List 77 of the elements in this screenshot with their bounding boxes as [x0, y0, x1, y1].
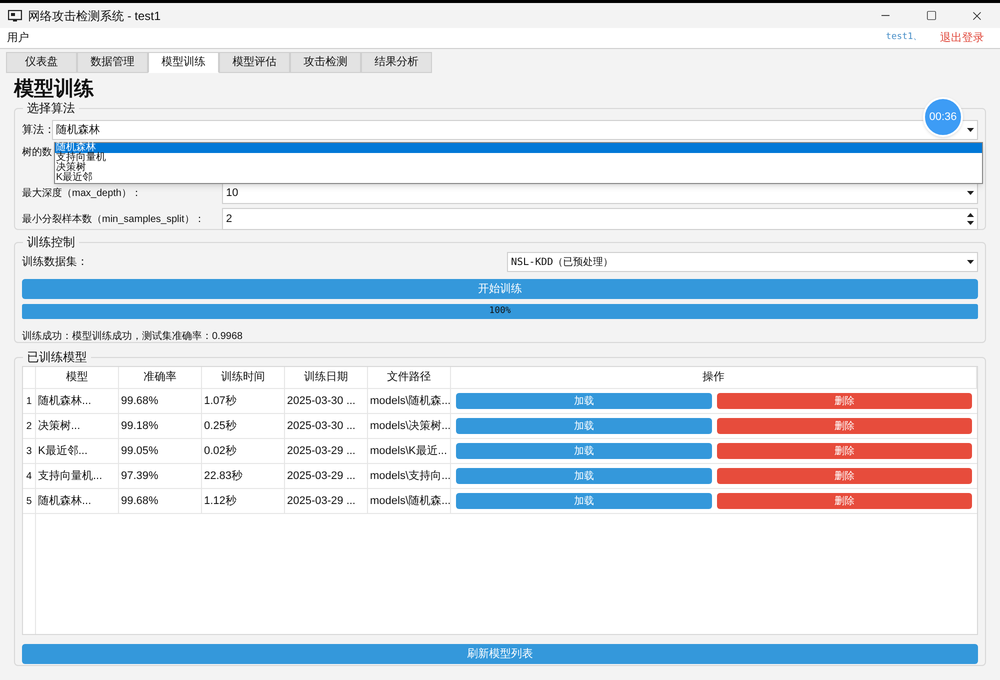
table-cell: 2025-03-29 ...	[285, 489, 368, 513]
table-cell: models\决策树...	[368, 414, 451, 438]
group-title: 训练控制	[23, 234, 79, 250]
table-cell: 99.05%	[119, 439, 202, 463]
table-cell: 1.07秒	[202, 389, 285, 413]
table-cell: models\K最近...	[368, 439, 451, 463]
table-cell: models\支持向...	[368, 464, 451, 488]
dropdown-option[interactable]: 支持向量机	[55, 153, 982, 163]
row-number: 5	[23, 489, 36, 513]
column-header: 准确率	[119, 367, 202, 388]
dropdown-option[interactable]: 决策树	[55, 163, 982, 173]
delete-button[interactable]: 删除	[716, 393, 972, 409]
table-cell: 2025-03-29 ...	[285, 464, 368, 488]
row-number: 3	[23, 439, 36, 463]
tab[interactable]: 模型评估	[219, 52, 290, 73]
up-arrow-icon	[967, 213, 974, 217]
column-header: 训练日期	[285, 367, 368, 388]
menu-item[interactable]: 用户	[0, 30, 36, 46]
group-title: 已训练模型	[23, 349, 91, 365]
down-arrow-icon	[967, 260, 974, 264]
delete-button[interactable]: 删除	[716, 443, 972, 459]
table-cell: 97.39%	[119, 464, 202, 488]
table-cell: 2025-03-30 ...	[285, 414, 368, 438]
table-cell: 2025-03-29 ...	[285, 439, 368, 463]
app-icon	[8, 10, 22, 22]
dropdown-option[interactable]: 随机森林	[55, 143, 982, 153]
row-number: 4	[23, 464, 36, 488]
field-label: 算法：	[22, 122, 52, 138]
dataset-dropdown[interactable]: NSL-KDD（已预处理）	[507, 252, 978, 272]
algorithm-dropdown[interactable]: 随机森林	[52, 120, 978, 140]
progress-text: 100%	[488, 304, 512, 318]
maximize-icon	[926, 10, 936, 21]
table-cell: models\随机森...	[368, 489, 451, 513]
tab[interactable]: 仪表盘	[6, 52, 77, 73]
delete-button[interactable]: 删除	[716, 418, 972, 434]
logout-link[interactable]: 退出登录	[940, 30, 984, 46]
field-label: 树的数	[22, 146, 52, 160]
down-arrow-icon	[967, 191, 974, 195]
field-label: 训练数据集：	[22, 254, 89, 270]
column-header: 操作	[451, 367, 977, 388]
table-cell: 99.68%	[119, 389, 202, 413]
table-cell: models\随机森...	[368, 389, 451, 413]
table-cell: K最近邻...	[36, 439, 119, 463]
status-message: 训练成功：模型训练成功，测试集准确率：0.9968	[22, 331, 243, 342]
row-number: 2	[23, 414, 36, 438]
table-cell: 随机森林...	[36, 389, 119, 413]
depth-dropdown[interactable]: 10	[222, 182, 978, 204]
table-cell: 99.68%	[119, 489, 202, 513]
delete-button[interactable]: 删除	[716, 493, 972, 509]
window-title: 网络攻击检测系统 - test1	[28, 8, 161, 24]
table-cell: 0.25秒	[202, 414, 285, 438]
table-cell: 随机森林...	[36, 489, 119, 513]
down-arrow-icon	[967, 221, 974, 225]
column-header: 文件路径	[368, 367, 451, 388]
row-number: 1	[23, 389, 36, 413]
delete-button[interactable]: 删除	[716, 468, 972, 484]
table-cell: 22.83秒	[202, 464, 285, 488]
table-cell: 1.12秒	[202, 489, 285, 513]
table-cell: 支持向量机...	[36, 464, 119, 488]
tab[interactable]: 模型训练	[148, 52, 219, 73]
field-label: 最大深度（max_depth）：	[22, 186, 142, 200]
down-arrow-icon	[967, 128, 974, 132]
page-heading: 模型训练	[14, 77, 95, 101]
column-header: 模型	[36, 367, 119, 388]
field-label: 最小分裂样本数（min_samples_split）：	[22, 212, 206, 226]
table-cell: 决策树...	[36, 414, 119, 438]
tab[interactable]: 攻击检测	[290, 52, 361, 73]
username: test1、	[886, 31, 922, 44]
group-title: 选择算法	[23, 100, 79, 116]
tab[interactable]: 结果分析	[361, 52, 432, 73]
table-cell: 2025-03-30 ...	[285, 389, 368, 413]
samples-spinbox[interactable]: 2	[222, 208, 978, 230]
dropdown-option[interactable]: K最近邻	[55, 173, 982, 183]
tab[interactable]: 数据管理	[77, 52, 148, 73]
table-cell: 0.02秒	[202, 439, 285, 463]
column-header: 训练时间	[202, 367, 285, 388]
table-cell: 99.18%	[119, 414, 202, 438]
